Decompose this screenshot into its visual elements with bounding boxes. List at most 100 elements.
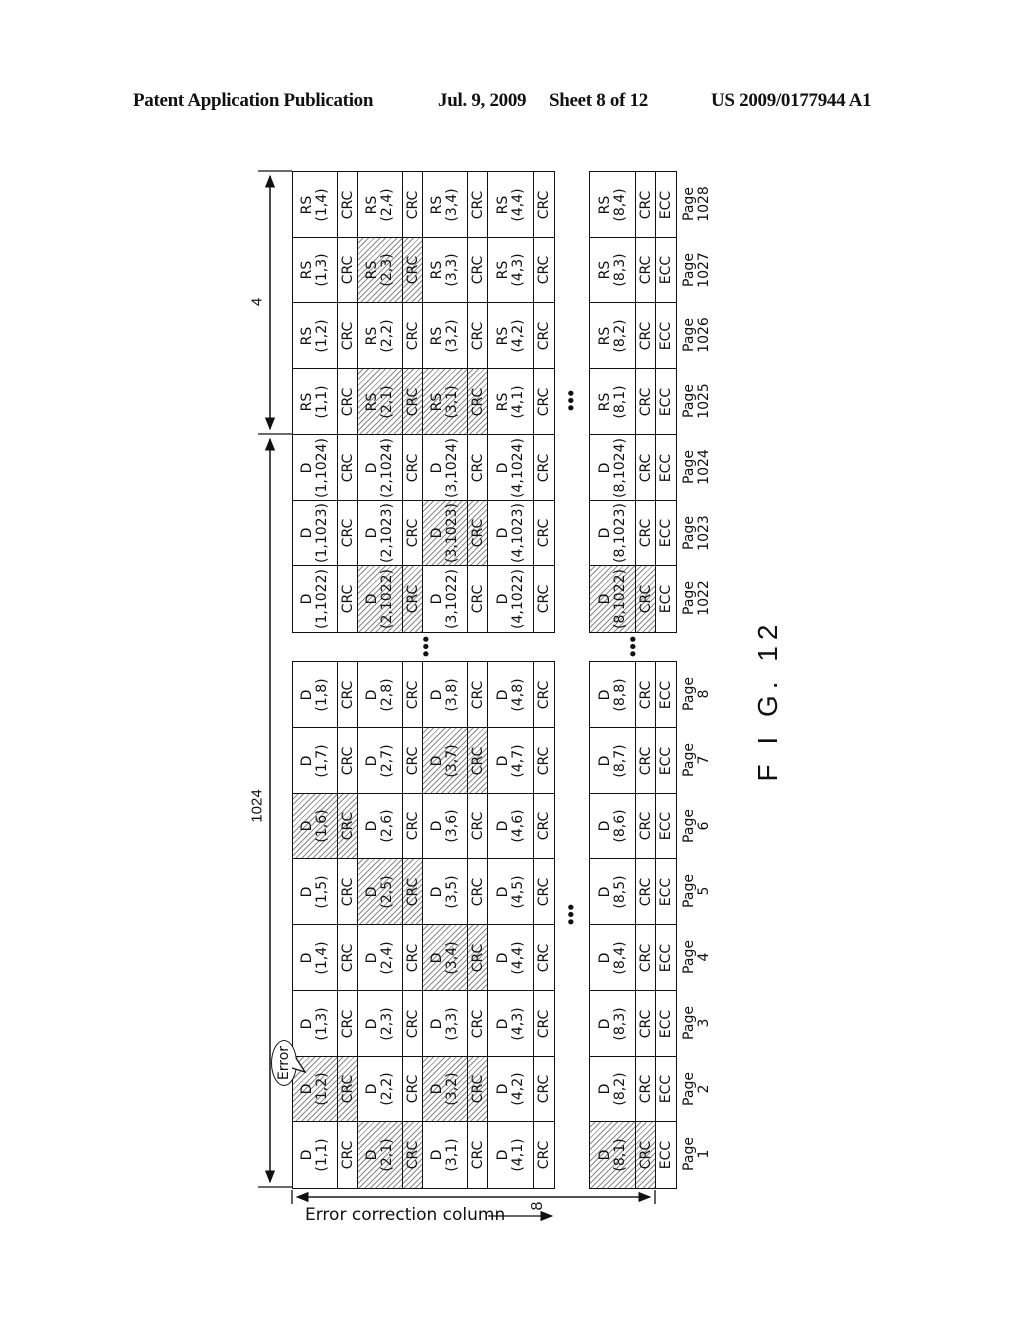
data-block: D (1,2)	[292, 1056, 339, 1123]
data-block: D (2,1022)	[357, 565, 404, 633]
crc-block: CRC	[402, 368, 424, 436]
data-block: D (4,8)	[487, 661, 535, 729]
data-block: D (4,1022)	[487, 565, 535, 633]
crc-block-label: CRC	[404, 1009, 421, 1039]
crc-block: CRC	[635, 858, 657, 926]
data-block-label: D (4,1023)	[494, 503, 526, 564]
data-block: D (1,6)	[292, 793, 339, 860]
data-block: D (1,1022)	[292, 565, 339, 633]
crc-block: CRC	[467, 1121, 489, 1189]
data-block: D (8,1023)	[589, 500, 637, 567]
crc-block: CRC	[402, 302, 424, 370]
crc-block: CRC	[467, 237, 489, 304]
data-block: D (1,1)	[292, 1121, 339, 1189]
crc-block: CRC	[402, 661, 424, 729]
crc-block-label: CRC	[469, 321, 486, 351]
rs-block: RS (2,3)	[357, 237, 404, 304]
rs-block-label: RS (2,2)	[364, 319, 396, 353]
rs-block-label: RS (2,4)	[364, 188, 396, 222]
crc-block: CRC	[533, 565, 555, 633]
crc-block: CRC	[533, 793, 555, 860]
crc-block: CRC	[467, 500, 489, 567]
rs-block: RS (3,1)	[422, 368, 469, 436]
crc-block: CRC	[533, 858, 555, 926]
crc-block-label: CRC	[535, 943, 552, 973]
ellipsis-columns-lower: •••	[561, 903, 581, 925]
crc-block: CRC	[337, 500, 359, 567]
rs-block-label: RS (1,4)	[299, 188, 331, 222]
crc-block: CRC	[402, 858, 424, 926]
data-block-label: D (3,8)	[429, 678, 461, 712]
crc-block-label: CRC	[469, 1009, 486, 1039]
ecc-block: ECC	[655, 1121, 677, 1189]
data-block: D (3,4)	[422, 924, 469, 992]
crc-block: CRC	[533, 924, 555, 992]
ecc-block-label: ECC	[657, 519, 674, 548]
ecc-block-label: ECC	[657, 812, 674, 841]
data-block-label: D (2,1023)	[364, 503, 396, 564]
rs-block: RS (1,3)	[292, 237, 339, 304]
data-block: D (2,3)	[357, 990, 404, 1058]
data-block: D (1,1024)	[292, 434, 339, 502]
rs-block: RS (2,2)	[357, 302, 404, 370]
ecc-block-label: ECC	[657, 190, 674, 219]
crc-block: CRC	[467, 302, 489, 370]
data-block: D (2,5)	[357, 858, 404, 926]
data-block: D (1,3)	[292, 990, 339, 1058]
rs-block: RS (2,4)	[357, 171, 404, 239]
figure-label: F I G. 12	[752, 618, 783, 782]
ecc-block: ECC	[655, 924, 677, 992]
data-block-label: D (3,6)	[429, 809, 461, 843]
ecc-block-label: ECC	[657, 321, 674, 350]
crc-block-label: CRC	[637, 943, 654, 973]
page-label: Page 1028	[681, 186, 712, 222]
crc-block-label: CRC	[469, 1140, 486, 1170]
crc-block-label: CRC	[637, 518, 654, 548]
ecc-block: ECC	[655, 1056, 677, 1123]
crc-block-label: CRC	[637, 1140, 654, 1170]
ecc-block-label: ECC	[657, 1009, 674, 1038]
crc-block: CRC	[467, 990, 489, 1058]
rs-block: RS (1,1)	[292, 368, 339, 436]
crc-block: CRC	[402, 1056, 424, 1123]
data-block-label: D (3,1023)	[429, 503, 461, 564]
crc-block-label: CRC	[339, 1009, 356, 1039]
rs-block: RS (4,1)	[487, 368, 535, 436]
crc-block-label: CRC	[535, 321, 552, 351]
crc-block: CRC	[337, 368, 359, 436]
rs-block-label: RS (3,2)	[429, 319, 461, 353]
data-block-label: D (2,1)	[364, 1138, 396, 1172]
crc-block: CRC	[635, 565, 657, 633]
crc-block: CRC	[533, 368, 555, 436]
data-block: D (2,1)	[357, 1121, 404, 1189]
data-block-label: D (8,1)	[596, 1138, 628, 1172]
crc-block: CRC	[635, 434, 657, 502]
data-block-label: D (2,8)	[364, 678, 396, 712]
data-block-label: D (1,3)	[299, 1007, 331, 1041]
crc-block-label: CRC	[535, 518, 552, 548]
crc-block-label: CRC	[535, 255, 552, 285]
crc-block: CRC	[337, 924, 359, 992]
data-block: D (3,1023)	[422, 500, 469, 567]
data-block-label: D (3,7)	[429, 744, 461, 778]
data-block-label: D (2,7)	[364, 744, 396, 778]
data-block-label: D (1,1)	[299, 1138, 331, 1172]
data-block-label: D (4,6)	[494, 809, 526, 843]
data-block: D (2,6)	[357, 793, 404, 860]
page-label: Page 1026	[681, 317, 712, 353]
data-block: D (3,6)	[422, 793, 469, 860]
ecc-block: ECC	[655, 793, 677, 860]
ecc-block: ECC	[655, 237, 677, 304]
crc-block: CRC	[402, 793, 424, 860]
crc-block-label: CRC	[637, 255, 654, 285]
data-block: D (3,1)	[422, 1121, 469, 1189]
rs-block-label: RS (1,2)	[299, 319, 331, 353]
figure-12: 4 1024 8 Error correction column F I G. …	[0, 0, 1024, 1320]
crc-block-label: CRC	[469, 518, 486, 548]
data-block: D (2,1024)	[357, 434, 404, 502]
ecc-block-label: ECC	[657, 1140, 674, 1169]
crc-block: CRC	[402, 727, 424, 795]
crc-block: CRC	[467, 171, 489, 239]
rs-block: RS (3,2)	[422, 302, 469, 370]
data-block: D (4,5)	[487, 858, 535, 926]
